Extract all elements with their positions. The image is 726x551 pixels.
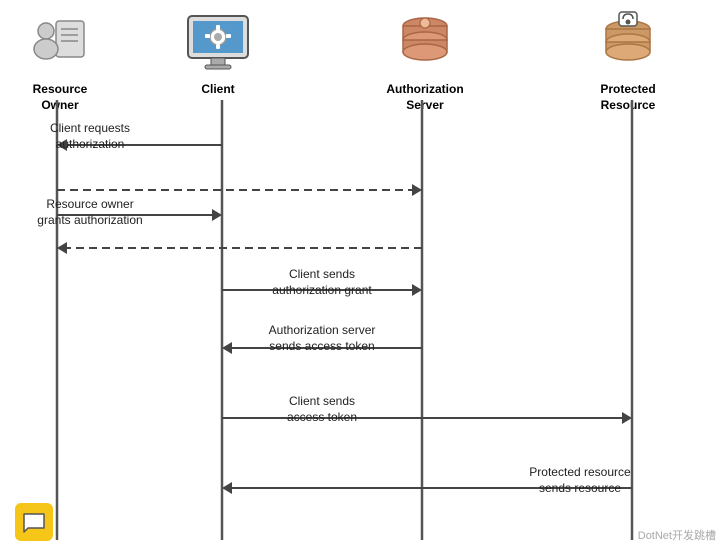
svg-text:Client requests: Client requests	[50, 121, 130, 135]
client-icon	[183, 8, 253, 78]
svg-text:sends access token: sends access token	[269, 339, 374, 353]
auth-server-icon	[390, 8, 460, 78]
svg-text:Client sends: Client sends	[289, 267, 355, 281]
svg-text:Client sends: Client sends	[289, 394, 355, 408]
svg-text:authorization grant: authorization grant	[272, 283, 372, 297]
protected-resource-icon	[593, 8, 663, 78]
actor-protected-resource: ProtectedResource	[568, 8, 688, 113]
svg-text:Authorization server: Authorization server	[269, 323, 376, 337]
watermark-text: DotNet开发跳槽	[638, 527, 716, 543]
diagram-container: Resource Owner Client	[0, 0, 726, 551]
actor-auth-server: AuthorizationServer	[370, 8, 480, 113]
actor-client: Client	[168, 8, 268, 98]
lifelines-svg: Client requests authorization Resource o…	[0, 100, 726, 551]
actor-resource-owner: Resource Owner	[10, 8, 110, 113]
client-label: Client	[201, 82, 234, 98]
svg-text:Protected resource: Protected resource	[529, 465, 631, 479]
svg-text:Resource owner: Resource owner	[46, 197, 133, 211]
svg-text:grants authorization: grants authorization	[37, 213, 142, 227]
chat-icon	[15, 503, 53, 541]
svg-text:sends resource: sends resource	[539, 481, 621, 495]
svg-text:access token: access token	[287, 410, 357, 424]
watermark: DotNet开发跳槽	[638, 527, 716, 543]
resource-owner-icon	[25, 8, 95, 78]
svg-text:authorization: authorization	[56, 137, 125, 151]
